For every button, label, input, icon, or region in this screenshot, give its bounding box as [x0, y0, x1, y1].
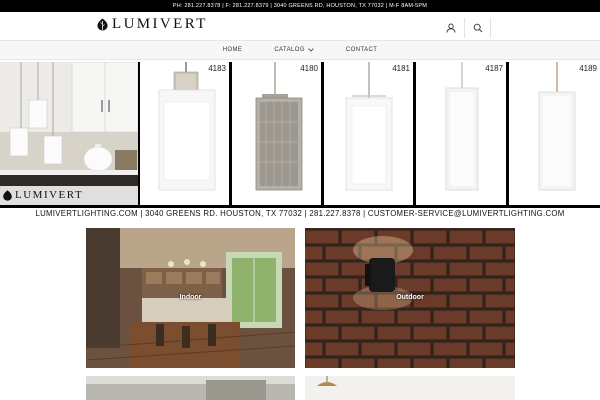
pendant-light-image — [445, 62, 479, 191]
search-button[interactable] — [464, 18, 490, 38]
product-panel-4181[interactable]: 4181 — [324, 62, 413, 205]
category-label-outdoor: Outdoor — [396, 294, 424, 301]
chevron-down-icon — [308, 48, 314, 52]
top-info-bar: PH: 281.227.8378 | F: 281.227.8379 | 304… — [0, 0, 600, 12]
banner-logo-wordmark: LUMIVERT — [15, 189, 84, 201]
category-image-partial — [305, 376, 515, 400]
category-card-partial-left[interactable] — [86, 376, 295, 400]
site-logo[interactable]: LUMIVERT — [96, 16, 208, 33]
main-navigation: HOME CATALOG CONTACT — [0, 40, 600, 60]
category-image-partial — [86, 376, 295, 400]
logo-wordmark: LUMIVERT — [112, 16, 208, 32]
product-panel-4189[interactable]: 4189 — [509, 62, 600, 205]
pendant-light-image — [345, 62, 393, 191]
product-number: 4180 — [300, 64, 318, 73]
contact-info-text: PH: 281.227.8378 | F: 281.227.8379 | 304… — [172, 3, 428, 9]
product-number: 4181 — [392, 64, 410, 73]
banner-contact-text: LUMIVERTLIGHTING.COM | 3040 GREENS RD. H… — [35, 209, 565, 218]
nav-catalog[interactable]: CATALOG — [274, 47, 314, 53]
lumivert-leaf-icon — [97, 18, 108, 31]
nav-contact-label: CONTACT — [345, 47, 378, 53]
category-label-indoor: Indoor — [179, 294, 202, 301]
category-card-outdoor[interactable]: Outdoor — [305, 228, 515, 368]
pendant-light-image — [255, 62, 303, 191]
nav-catalog-label: CATALOG — [274, 47, 305, 53]
product-panel-4187[interactable]: 4187 — [416, 62, 506, 205]
site-header: LUMIVERT — [0, 12, 600, 40]
lumivert-leaf-icon — [3, 189, 12, 201]
account-button[interactable] — [438, 18, 464, 38]
product-panel-4183[interactable]: 4183 — [140, 62, 229, 205]
product-number: 4189 — [579, 64, 597, 73]
header-spacer — [490, 18, 516, 38]
category-card-indoor[interactable]: Indoor — [86, 228, 295, 368]
hero-banner[interactable]: LUMIVERT 4183 4180 4181 4187 4189 — [0, 62, 600, 208]
header-actions — [438, 18, 516, 38]
banner-caption: LUMIVERTLIGHTING.COM | 3040 GREENS RD. H… — [0, 208, 600, 220]
category-card-partial-right[interactable] — [305, 376, 515, 400]
user-icon — [446, 23, 456, 33]
pendant-light-image — [158, 62, 216, 191]
product-panel-4180[interactable]: 4180 — [232, 62, 321, 205]
nav-contact[interactable]: CONTACT — [346, 47, 377, 53]
kitchen-scene-image — [0, 62, 138, 205]
pendant-light-image — [538, 62, 576, 191]
banner-kitchen-photo: LUMIVERT — [0, 62, 138, 205]
product-number: 4187 — [485, 64, 503, 73]
banner-logo: LUMIVERT — [2, 189, 83, 201]
product-number: 4183 — [208, 64, 226, 73]
nav-home[interactable]: HOME — [223, 47, 243, 53]
search-icon — [473, 23, 482, 33]
nav-home-label: HOME — [222, 47, 243, 53]
